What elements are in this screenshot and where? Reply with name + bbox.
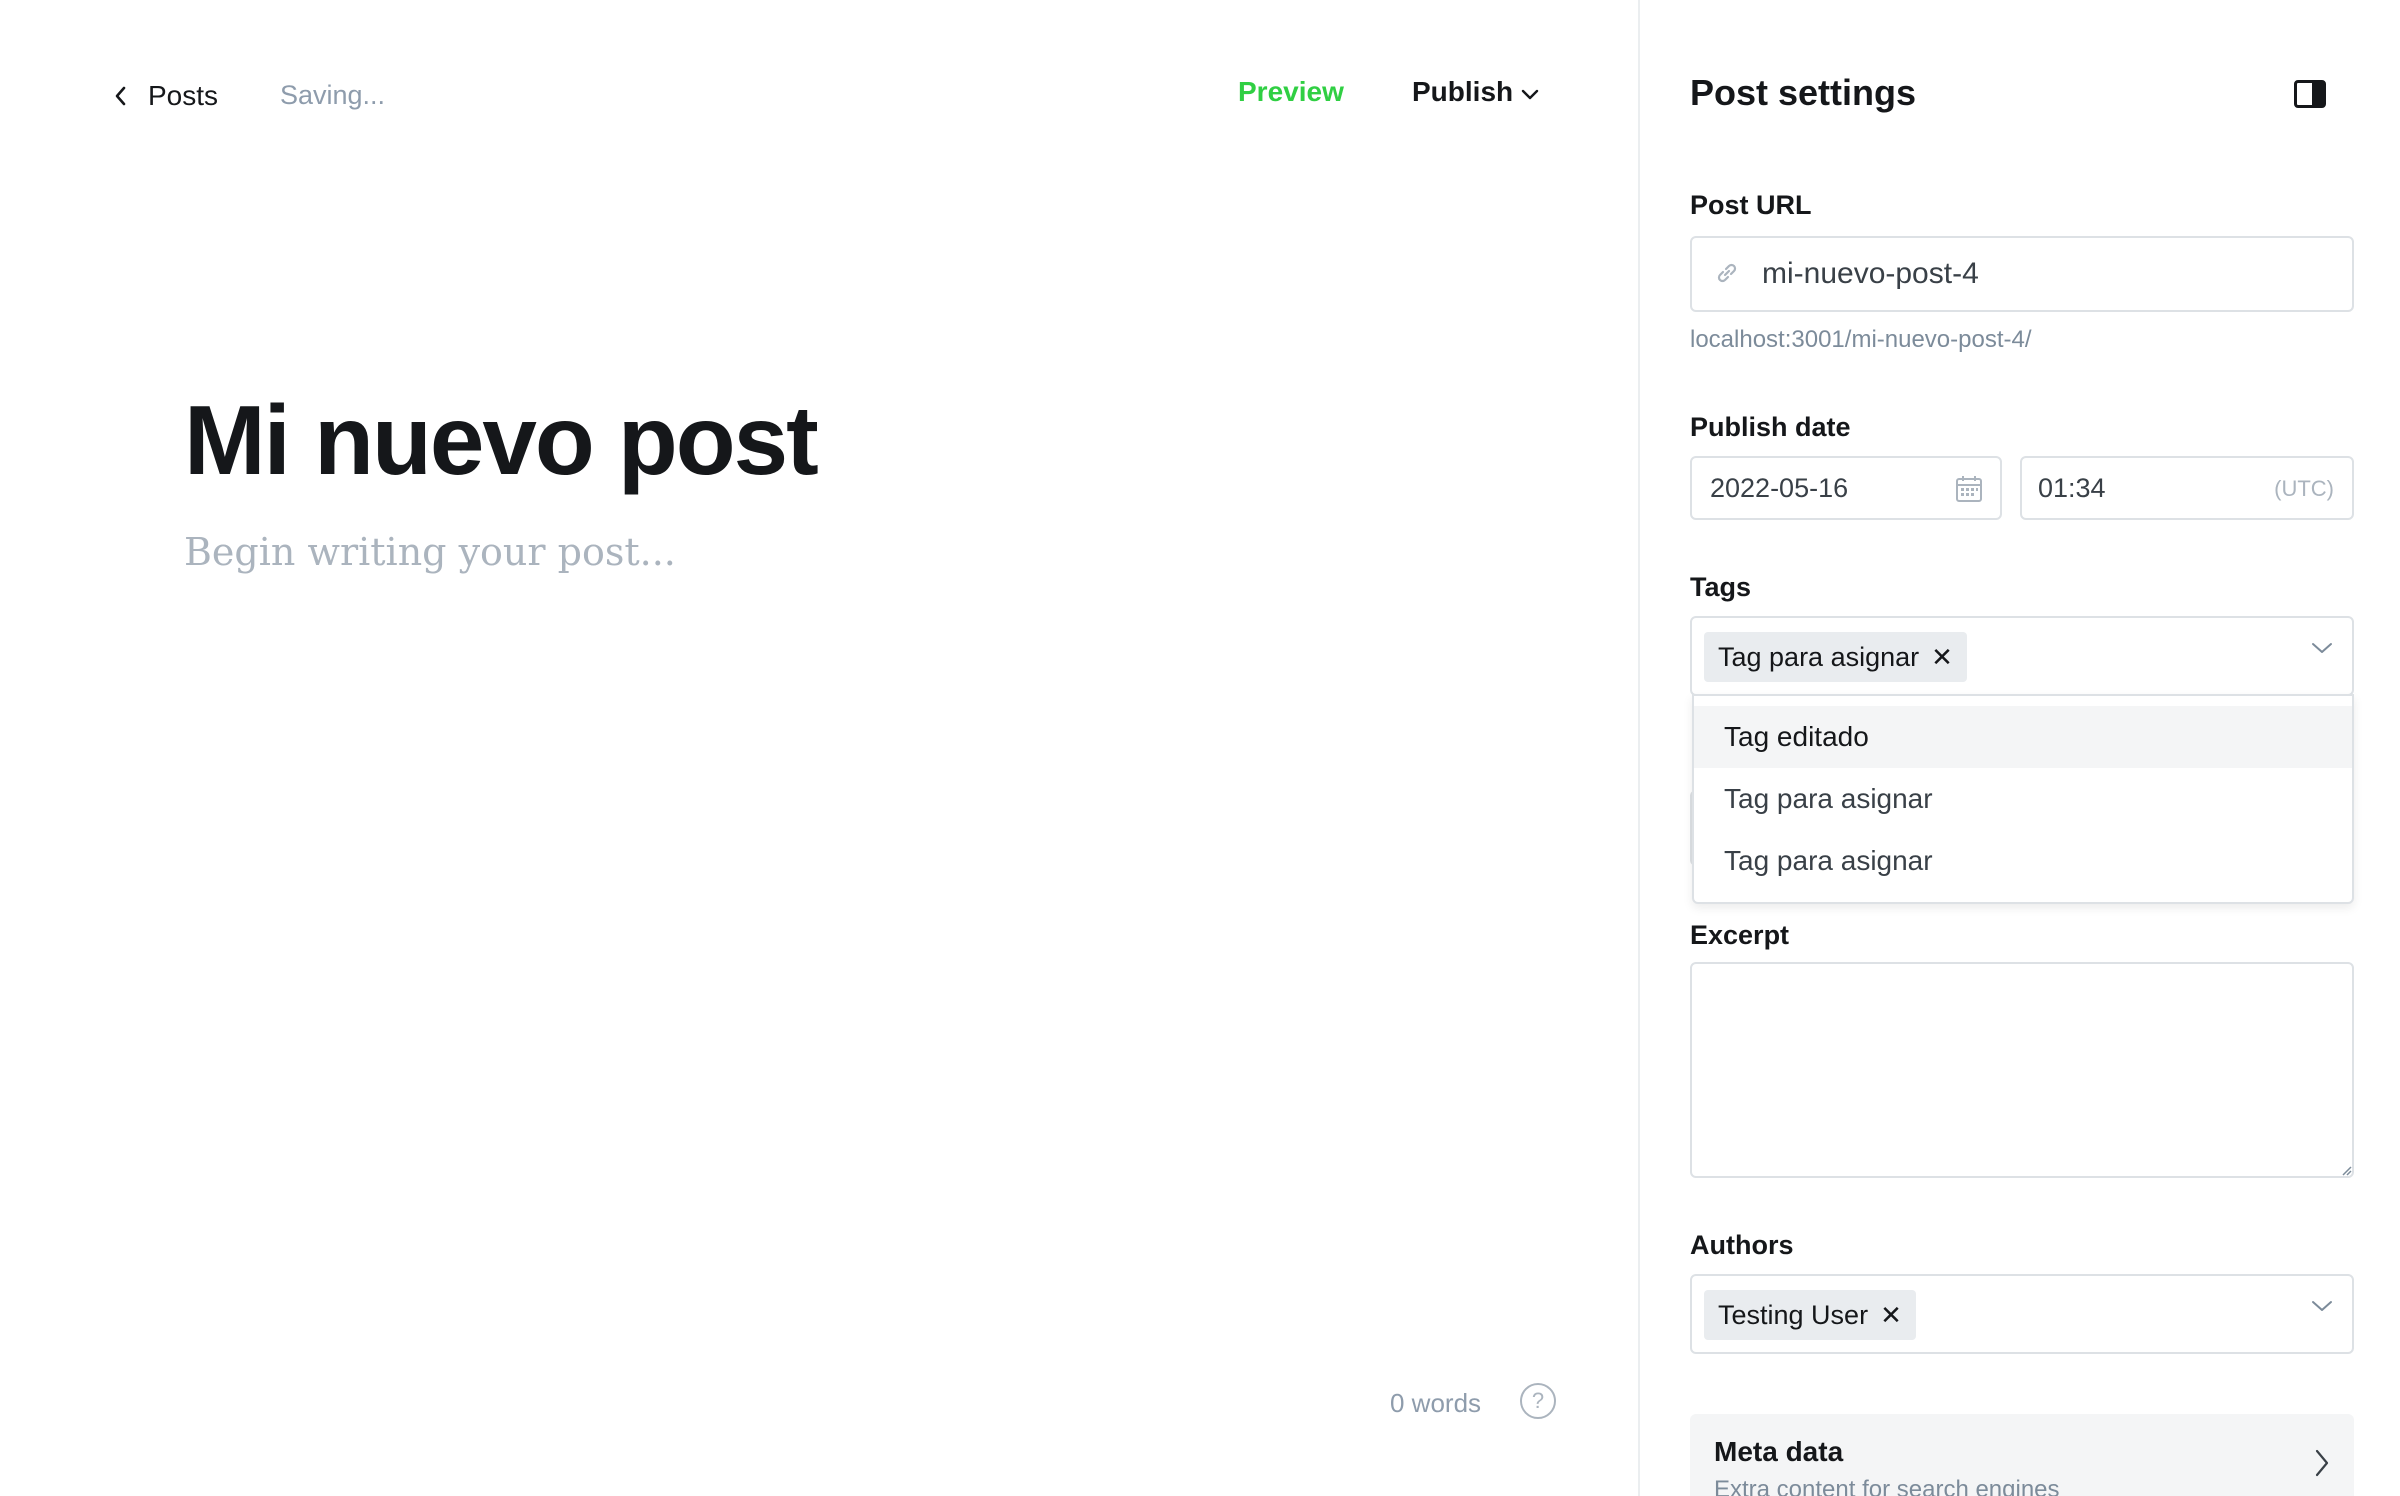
editor-topbar: Posts Saving... Preview Publish <box>0 0 1638 192</box>
author-token-label: Testing User <box>1718 1299 1869 1330</box>
tag-option[interactable]: Tag para asignar <box>1694 830 2352 892</box>
post-url-preview: localhost:3001/mi-nuevo-post-4/ <box>1690 326 2032 353</box>
tag-token-label: Tag para asignar <box>1718 641 1920 672</box>
word-count: 0 words <box>1390 1388 1482 1418</box>
tags-dropdown-menu: Tag editado Tag para asignar Tag para as… <box>1692 694 2354 904</box>
post-title[interactable]: Mi nuevo post <box>184 380 819 500</box>
post-url-label: Post URL <box>1690 190 1812 220</box>
chevron-down-icon[interactable] <box>2310 1298 2334 1319</box>
publish-date-input[interactable]: 2022-05-16 <box>1690 456 2002 520</box>
tag-option[interactable]: Tag editado <box>1694 706 2352 768</box>
remove-tag-icon[interactable]: ✕ <box>1931 644 1953 670</box>
authors-label: Authors <box>1690 1230 1794 1260</box>
publish-button-label: Publish <box>1412 76 1514 107</box>
chevron-down-icon[interactable] <box>2310 640 2334 661</box>
link-icon <box>1712 258 1742 296</box>
settings-title: Post settings <box>1690 72 1917 113</box>
timezone-label: (UTC) <box>2274 476 2334 501</box>
back-to-posts-link[interactable]: Posts <box>108 76 218 116</box>
chevron-down-icon <box>1521 76 1539 108</box>
preview-button[interactable]: Preview <box>1238 76 1344 108</box>
remove-author-icon[interactable]: ✕ <box>1880 1302 1902 1328</box>
post-url-input[interactable]: mi-nuevo-post-4 <box>1690 236 2354 312</box>
meta-data-title: Meta data <box>1714 1436 1844 1467</box>
calendar-icon[interactable] <box>1954 474 1984 511</box>
meta-data-subtitle: Extra content for search engines <box>1714 1476 2060 1496</box>
save-status: Saving... <box>280 80 386 110</box>
chevron-right-icon <box>2314 1448 2330 1483</box>
editor-pane: Posts Saving... Preview Publish Mi nuevo… <box>0 0 1638 1496</box>
meta-data-link[interactable]: Meta data Extra content for search engin… <box>1690 1414 2354 1496</box>
back-link-label: Posts <box>148 80 219 111</box>
sidebar-toggle-icon[interactable] <box>2294 80 2326 108</box>
publish-date-label: Publish date <box>1690 412 1851 442</box>
tag-option[interactable]: Tag para asignar <box>1694 768 2352 830</box>
tag-token: Tag para asignar ✕ <box>1704 632 1967 682</box>
excerpt-label: Excerpt <box>1690 920 1790 950</box>
post-body-editor[interactable]: Begin writing your post... <box>184 530 676 574</box>
excerpt-textarea[interactable] <box>1690 962 2354 1178</box>
question-circle-icon[interactable]: ? <box>1520 1383 1556 1419</box>
publish-time-value: 01:34 <box>2038 472 2106 503</box>
publish-date-value: 2022-05-16 <box>1710 472 1849 503</box>
publish-button[interactable]: Publish <box>1412 76 1539 108</box>
author-token: Testing User ✕ <box>1704 1290 1916 1340</box>
authors-select[interactable]: Testing User ✕ <box>1690 1274 2354 1354</box>
tags-select[interactable]: Tag para asignar ✕ <box>1690 616 2354 696</box>
post-url-value: mi-nuevo-post-4 <box>1762 257 1979 290</box>
chevron-left-icon <box>108 76 132 116</box>
resize-handle-icon[interactable] <box>2340 1164 2352 1176</box>
publish-time-input[interactable]: 01:34 (UTC) <box>2020 456 2354 520</box>
tags-label: Tags <box>1690 572 1752 602</box>
post-settings-panel: Post settings Post URL mi-nuevo-post-4 l… <box>1638 0 2400 1496</box>
